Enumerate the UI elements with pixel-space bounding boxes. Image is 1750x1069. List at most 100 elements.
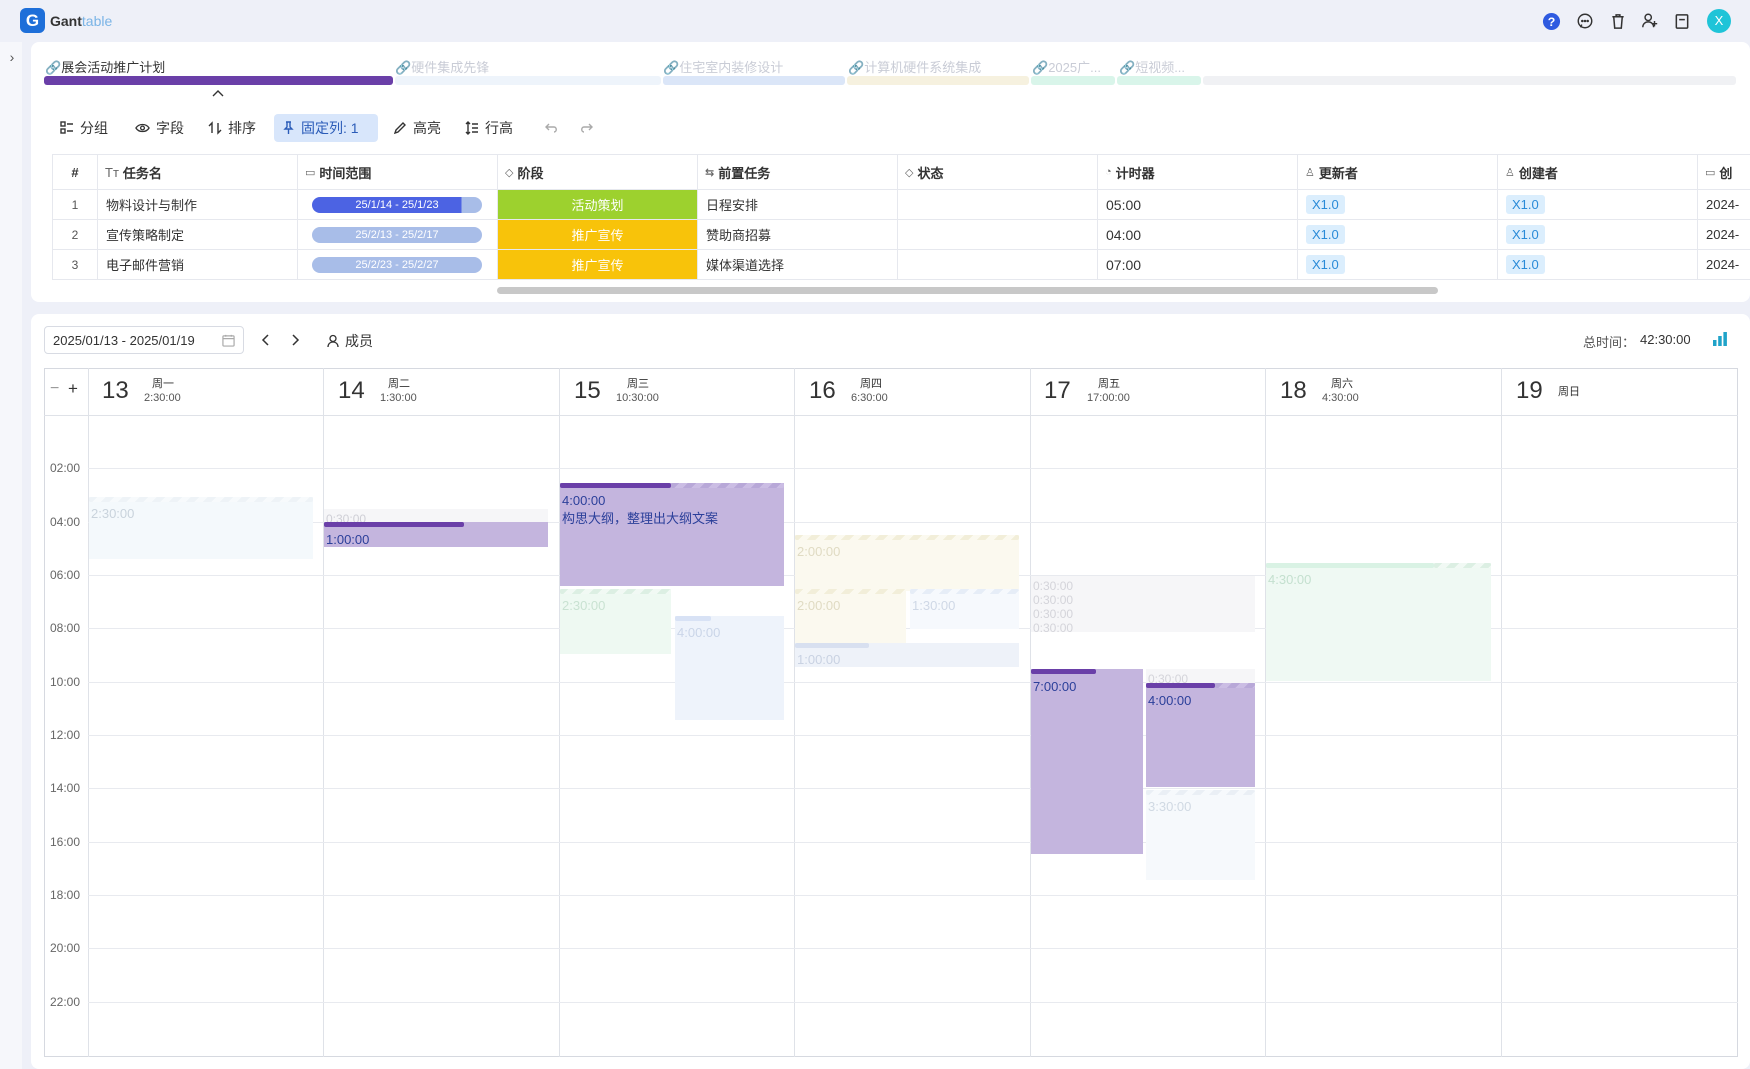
- day-total: 10:30:00: [616, 392, 659, 404]
- collapse-chevron-up-icon[interactable]: [210, 86, 226, 98]
- calendar-event[interactable]: 7:00:00: [1031, 669, 1143, 854]
- stage-cell[interactable]: 推广宣传: [498, 250, 698, 280]
- next-week-chevron-icon[interactable]: [287, 331, 303, 349]
- task-name-cell[interactable]: 电子邮件营销: [98, 250, 298, 280]
- day-number: 13: [102, 377, 129, 404]
- column-header-task-name[interactable]: Tт 任务名: [98, 154, 298, 190]
- row-height-button[interactable]: 行高: [457, 114, 521, 142]
- user-avatar[interactable]: X: [1707, 9, 1731, 33]
- project-tab-1[interactable]: 🔗展会活动推广计划: [45, 57, 165, 76]
- chat-icon[interactable]: [1575, 11, 1595, 31]
- undo-button[interactable]: [541, 114, 563, 142]
- calendar-event[interactable]: 0:30:00: [1031, 618, 1255, 632]
- sort-button[interactable]: 排序: [200, 114, 264, 142]
- calendar-event[interactable]: 1:30:00: [910, 589, 1019, 629]
- date-range-picker[interactable]: 2025/01/13 - 2025/01/19: [44, 326, 244, 354]
- project-tab-bar-4[interactable]: [847, 76, 1029, 85]
- predecessor-cell[interactable]: 日程安排: [698, 190, 898, 220]
- status-cell[interactable]: [898, 250, 1098, 280]
- column-header-predecessor[interactable]: ⇆ 前置任务: [698, 154, 898, 190]
- created-cell[interactable]: 2024-: [1698, 220, 1750, 250]
- calendar-event[interactable]: 4:00:00: [1146, 683, 1255, 787]
- creator-cell[interactable]: X1.0: [1498, 190, 1698, 220]
- project-tab-bar-5[interactable]: [1031, 76, 1115, 85]
- calendar-event[interactable]: 2:30:00: [89, 497, 313, 559]
- table-horizontal-scrollbar[interactable]: [497, 287, 1438, 294]
- user-tag: X1.0: [1306, 195, 1345, 214]
- task-name-cell[interactable]: 物料设计与制作: [98, 190, 298, 220]
- created-cell[interactable]: 2024-: [1698, 250, 1750, 280]
- column-header-time-range[interactable]: ▭ 时间范围: [298, 154, 498, 190]
- fields-button[interactable]: 字段: [127, 114, 192, 142]
- redo-button[interactable]: [575, 114, 597, 142]
- predecessor-cell[interactable]: 媒体渠道选择: [698, 250, 898, 280]
- column-header-timer[interactable]: ◔ 计时器: [1098, 154, 1298, 190]
- calendar-event[interactable]: 0:30:00: [1031, 590, 1255, 604]
- time-range-cell[interactable]: 25/1/14 - 25/1/23: [298, 190, 498, 220]
- expand-sidebar-chevron-icon[interactable]: ›: [3, 44, 21, 70]
- predecessor-cell[interactable]: 赞助商招募: [698, 220, 898, 250]
- column-header-stage[interactable]: ◇ 阶段: [498, 154, 698, 190]
- calendar-event[interactable]: 1:00:00: [324, 522, 548, 547]
- calendar-event[interactable]: 2:30:00: [560, 589, 671, 654]
- zoom-out-button[interactable]: −: [50, 380, 59, 398]
- project-tab-5[interactable]: 🔗2025广...: [1032, 57, 1101, 76]
- stage-cell[interactable]: 活动策划: [498, 190, 698, 220]
- time-range-pill: 25/2/23 - 25/2/27: [312, 256, 482, 273]
- updater-cell[interactable]: X1.0: [1298, 250, 1498, 280]
- project-tab-2[interactable]: 🔗硬件集成先锋: [395, 57, 489, 76]
- left-rail: [0, 42, 22, 1069]
- project-tab-bar-6[interactable]: [1117, 76, 1201, 85]
- created-cell[interactable]: 2024-: [1698, 190, 1750, 220]
- project-tab-6[interactable]: 🔗短视频...: [1119, 57, 1185, 76]
- status-cell[interactable]: [898, 220, 1098, 250]
- timer-cell[interactable]: 07:00: [1098, 250, 1298, 280]
- members-filter-button[interactable]: 成员: [327, 331, 373, 351]
- calendar-event[interactable]: 1:00:00: [795, 643, 1019, 667]
- day-total: 17:00:00: [1087, 392, 1130, 404]
- calendar-event[interactable]: 0:30:00: [1031, 576, 1255, 590]
- timer-cell[interactable]: 04:00: [1098, 220, 1298, 250]
- highlight-button[interactable]: 高亮: [385, 114, 449, 142]
- day-total: 6:30:00: [851, 392, 888, 404]
- project-tab-3[interactable]: 🔗住宅室内装修设计: [663, 57, 783, 76]
- task-table: # Tт 任务名 ▭ 时间范围 ◇ 阶段 ⇆ 前置任务 ◇ 状态 ◔ 计时器 ♙ 更新者 ♙ 创…: [52, 154, 1750, 281]
- zoom-in-button[interactable]: +: [68, 379, 78, 399]
- calendar-event[interactable]: 4:00:00: [675, 616, 784, 720]
- column-header-status[interactable]: ◇ 状态: [898, 154, 1098, 190]
- calendar-event[interactable]: 0:30:00: [1146, 669, 1255, 683]
- calendar-event[interactable]: 2:00:00: [795, 589, 906, 645]
- project-tab-4[interactable]: 🔗计算机硬件系统集成: [848, 57, 981, 76]
- column-header-updater[interactable]: ♙ 更新者: [1298, 154, 1498, 190]
- status-cell[interactable]: [898, 190, 1098, 220]
- calendar-event[interactable]: 3:30:00: [1146, 790, 1255, 880]
- project-tab-bar-3[interactable]: [663, 76, 845, 85]
- pinned-columns-button[interactable]: 固定列: 1: [274, 114, 378, 142]
- creator-cell[interactable]: X1.0: [1498, 220, 1698, 250]
- task-name-cell[interactable]: 宣传策略制定: [98, 220, 298, 250]
- project-tab-bar-1[interactable]: [44, 76, 393, 85]
- calendar-event[interactable]: 4:30:00: [1266, 563, 1491, 681]
- time-range-cell[interactable]: 25/2/13 - 25/2/17: [298, 220, 498, 250]
- calendar-event[interactable]: 2:00:00: [795, 535, 1019, 591]
- updater-cell[interactable]: X1.0: [1298, 190, 1498, 220]
- bar-chart-icon[interactable]: [1712, 331, 1728, 347]
- updater-cell[interactable]: X1.0: [1298, 220, 1498, 250]
- help-icon[interactable]: ?: [1541, 11, 1561, 31]
- time-range-cell[interactable]: 25/2/23 - 25/2/27: [298, 250, 498, 280]
- calendar-event[interactable]: 0:30:00: [324, 509, 548, 523]
- group-button[interactable]: 分组: [52, 114, 116, 142]
- trash-icon[interactable]: [1608, 11, 1628, 31]
- book-icon[interactable]: [1672, 11, 1692, 31]
- pin-icon: [283, 121, 294, 134]
- add-user-icon[interactable]: [1640, 11, 1660, 31]
- project-tab-bar-2[interactable]: [395, 76, 661, 85]
- column-header-creator[interactable]: ♙ 创建者: [1498, 154, 1698, 190]
- prev-week-chevron-icon[interactable]: [258, 331, 274, 349]
- calendar-event[interactable]: 4:00:00 构思大纲，整理出大纲文案: [560, 483, 784, 586]
- column-header-created[interactable]: ▭ 创: [1698, 154, 1750, 190]
- calendar-event[interactable]: 0:30:00: [1031, 604, 1255, 618]
- timer-cell[interactable]: 05:00: [1098, 190, 1298, 220]
- creator-cell[interactable]: X1.0: [1498, 250, 1698, 280]
- stage-cell[interactable]: 推广宣传: [498, 220, 698, 250]
